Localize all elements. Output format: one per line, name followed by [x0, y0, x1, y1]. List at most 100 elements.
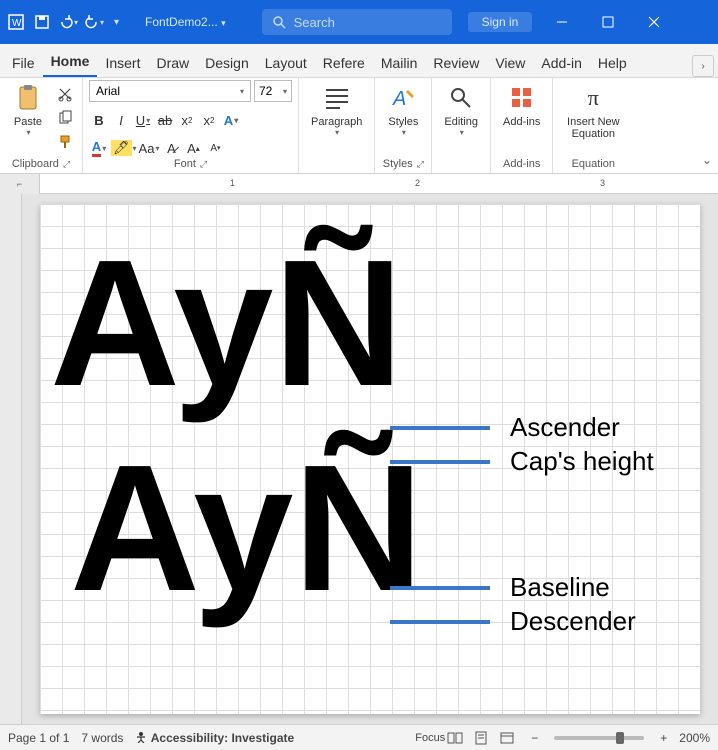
group-font: Arial▾ 72▾ B I U▾ ab x2 x2 A▾ A▾ 🖊▾ Aa▾ … [83, 78, 299, 173]
document-title[interactable]: FontDemo2... ▾ [145, 15, 226, 29]
web-layout-button[interactable] [495, 728, 519, 748]
ribbon-collapse-icon[interactable]: ⌄ [702, 153, 712, 167]
document-page[interactable]: AyÑ AyÑ Ascender Cap's height Baseline D… [40, 204, 700, 714]
capheight-line [390, 460, 490, 464]
group-clipboard: Paste▾ Clipboard ⤢ [0, 78, 83, 173]
highlight-button[interactable]: 🖊▾ [111, 138, 137, 158]
group-label-addins: Add-ins [503, 158, 540, 170]
read-mode-button[interactable] [443, 728, 467, 748]
page-status[interactable]: Page 1 of 1 [8, 731, 69, 745]
font-color-button[interactable]: A▾ [89, 138, 109, 158]
tab-view[interactable]: View [487, 49, 533, 77]
tab-home[interactable]: Home [43, 47, 98, 77]
font-name-dropdown[interactable]: Arial▾ [89, 80, 251, 102]
minimize-button[interactable] [542, 6, 582, 38]
editing-button[interactable]: Editing▾ [438, 80, 484, 139]
accessibility-icon [135, 731, 147, 743]
word-count[interactable]: 7 words [81, 731, 123, 745]
font-size-dropdown[interactable]: 72▾ [254, 80, 292, 102]
group-label-styles: Styles [383, 158, 413, 170]
ruler-row: ⌐ 1 2 3 [0, 174, 718, 194]
tabs-overflow[interactable]: › [692, 55, 714, 77]
accessibility-status[interactable]: Accessibility: Investigate [135, 731, 294, 745]
vertical-ruler[interactable] [0, 194, 22, 724]
zoom-out-button[interactable]: − [531, 731, 538, 745]
cut-icon[interactable] [54, 84, 76, 104]
svg-text:A: A [392, 88, 406, 110]
zoom-in-button[interactable]: + [660, 731, 667, 745]
group-addins: Add-ins Add-ins [491, 78, 553, 173]
tab-insert[interactable]: Insert [97, 49, 148, 77]
horizontal-ruler[interactable]: 1 2 3 [40, 174, 718, 194]
sample-text-1[interactable]: AyÑ [50, 234, 403, 414]
clear-formatting-button[interactable]: A̷ [161, 138, 181, 158]
svg-text:W: W [12, 18, 22, 29]
save-icon[interactable] [32, 12, 52, 32]
group-label-equation: Equation [572, 158, 615, 170]
baseline-label: Baseline [510, 572, 610, 603]
paste-icon [12, 82, 44, 114]
zoom-level[interactable]: 200% [679, 731, 710, 745]
underline-button[interactable]: U▾ [133, 110, 153, 130]
ruler-mark: 2 [415, 178, 420, 188]
descender-label: Descender [510, 606, 636, 637]
styles-icon: A [387, 82, 419, 114]
bold-button[interactable]: B [89, 110, 109, 130]
paragraph-button[interactable]: Paragraph▾ [305, 80, 368, 139]
shrink-font-button[interactable]: A▾ [205, 138, 225, 158]
addins-icon [506, 82, 538, 114]
zoom-slider[interactable] [554, 736, 644, 740]
redo-icon[interactable]: ▾ [84, 12, 104, 32]
ribbon-tabs: File Home Insert Draw Design Layout Refe… [0, 44, 718, 78]
group-equation: π Insert New Equation Equation [553, 78, 633, 173]
equation-button[interactable]: π Insert New Equation [559, 80, 627, 142]
copy-icon[interactable] [54, 108, 76, 128]
styles-dialog-icon[interactable]: ⤢ [417, 159, 424, 170]
italic-button[interactable]: I [111, 110, 131, 130]
ruler-mark: 3 [600, 178, 605, 188]
ascender-label: Ascender [510, 412, 620, 443]
maximize-button[interactable] [588, 6, 628, 38]
undo-icon[interactable]: ▾ [58, 12, 78, 32]
group-label-font: Font [174, 158, 196, 170]
ruler-corner: ⌐ [0, 174, 40, 194]
strikethrough-button[interactable]: ab [155, 110, 175, 130]
close-button[interactable] [634, 6, 674, 38]
search-box[interactable]: Search [262, 9, 452, 35]
tab-addins[interactable]: Add-in [533, 49, 589, 77]
print-layout-button[interactable] [469, 728, 493, 748]
document-canvas[interactable]: AyÑ AyÑ Ascender Cap's height Baseline D… [0, 194, 718, 724]
group-styles: A Styles▾ Styles ⤢ [375, 78, 432, 173]
tab-help[interactable]: Help [590, 49, 635, 77]
styles-button[interactable]: A Styles▾ [381, 80, 425, 139]
paragraph-icon [321, 82, 353, 114]
tab-design[interactable]: Design [197, 49, 257, 77]
clipboard-dialog-icon[interactable]: ⤢ [63, 159, 70, 170]
tab-layout[interactable]: Layout [257, 49, 315, 77]
ribbon: Paste▾ Clipboard ⤢ Arial▾ 72▾ B I U▾ ab … [0, 78, 718, 174]
group-editing: Editing▾ [432, 78, 491, 173]
search-icon [272, 15, 286, 29]
superscript-button[interactable]: x2 [199, 110, 219, 130]
tab-mailings[interactable]: Mailin [373, 49, 426, 77]
group-label-clipboard: Clipboard [12, 158, 59, 170]
tab-file[interactable]: File [4, 49, 43, 77]
font-dialog-icon[interactable]: ⤢ [200, 159, 207, 170]
ruler-mark: 1 [230, 178, 235, 188]
tab-references[interactable]: Refere [315, 49, 373, 77]
format-painter-icon[interactable] [54, 132, 76, 152]
text-effects-button[interactable]: A▾ [221, 110, 241, 130]
paste-button[interactable]: Paste▾ [6, 80, 50, 139]
status-bar: Page 1 of 1 7 words Accessibility: Inves… [0, 724, 718, 750]
sample-text-2[interactable]: AyÑ [70, 439, 423, 619]
focus-mode-button[interactable]: Focus [417, 728, 441, 748]
subscript-button[interactable]: x2 [177, 110, 197, 130]
tab-review[interactable]: Review [425, 49, 487, 77]
grow-font-button[interactable]: A▴ [183, 138, 203, 158]
addins-button[interactable]: Add-ins [497, 80, 546, 130]
change-case-button[interactable]: Aa▾ [139, 138, 160, 158]
capheight-label: Cap's height [510, 446, 654, 477]
tab-draw[interactable]: Draw [148, 49, 197, 77]
app-icon[interactable]: W [6, 12, 26, 32]
signin-button[interactable]: Sign in [468, 12, 533, 32]
